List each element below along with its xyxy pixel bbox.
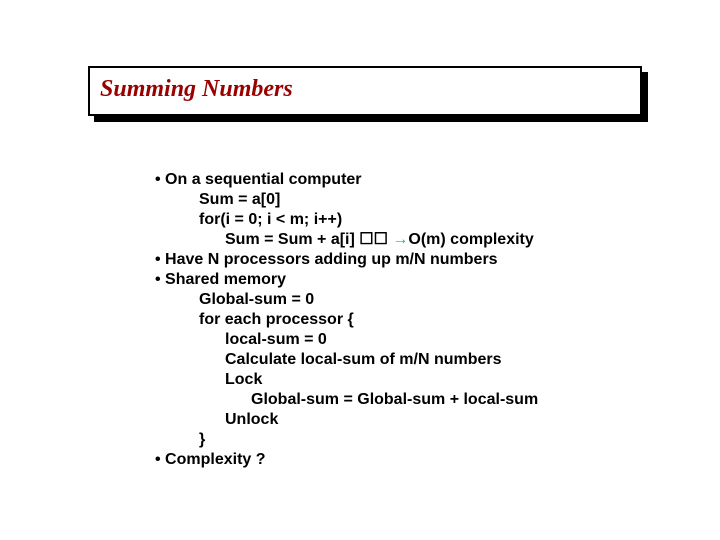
code-line: Calculate local-sum of m/N numbers [155, 350, 538, 370]
code-line: Global-sum = 0 [155, 290, 538, 310]
code-line: Unlock [155, 410, 538, 430]
placeholder-boxes: ☐☐ [359, 231, 392, 248]
slide-title: Summing Numbers [100, 76, 293, 103]
code-line: } [155, 430, 538, 450]
bullet-shared-memory: • Shared memory [155, 270, 538, 290]
code-text: Sum = Sum + a[i] [225, 231, 359, 248]
arrow-icon: → [392, 231, 408, 248]
bullet-complexity-question: • Complexity ? [155, 450, 538, 470]
code-line: Global-sum = Global-sum + local-sum [155, 390, 538, 410]
code-line: for(i = 0; i < m; i++) [155, 210, 538, 230]
title-frame: Summing Numbers [88, 66, 642, 116]
code-line: local-sum = 0 [155, 330, 538, 350]
complexity-text: O(m) complexity [408, 231, 533, 248]
title-box: Summing Numbers [88, 66, 642, 116]
code-line-complexity: Sum = Sum + a[i] ☐☐ →O(m) complexity [155, 230, 538, 250]
slide-body: • On a sequential computer Sum = a[0] fo… [155, 170, 538, 470]
bullet-sequential: • On a sequential computer [155, 170, 538, 190]
code-line: Lock [155, 370, 538, 390]
bullet-n-processors: • Have N processors adding up m/N number… [155, 250, 538, 270]
code-line: for each processor { [155, 310, 538, 330]
code-line: Sum = a[0] [155, 190, 538, 210]
